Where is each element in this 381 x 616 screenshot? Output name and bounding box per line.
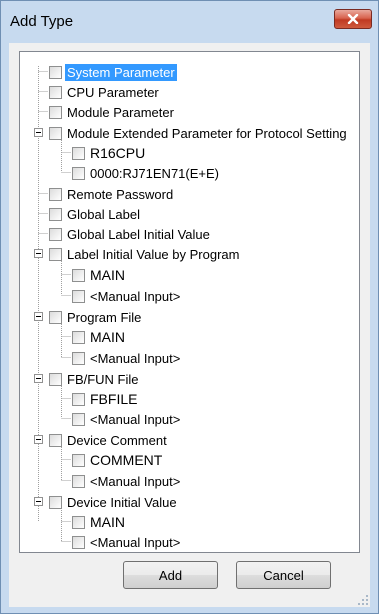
checkbox[interactable] xyxy=(49,65,62,79)
collapse-icon[interactable] xyxy=(34,249,43,258)
tree-item-manual-input[interactable]: <Manual Input> xyxy=(72,472,182,490)
tree-item-label: <Manual Input> xyxy=(90,288,181,304)
checkbox[interactable] xyxy=(49,85,62,99)
tree-item-program-file[interactable]: Program File xyxy=(49,308,143,326)
checkbox[interactable] xyxy=(49,433,62,447)
checkbox[interactable] xyxy=(72,268,85,282)
tree-item-label: Program File xyxy=(67,309,142,325)
checkbox[interactable] xyxy=(49,105,62,119)
tree-item-fbfile[interactable]: FBFILE xyxy=(72,390,139,408)
checkbox[interactable] xyxy=(49,495,62,509)
tree-item-fb-fun-file[interactable]: FB/FUN File xyxy=(49,370,141,388)
checkbox[interactable] xyxy=(49,372,62,386)
tree-item-label: MAIN xyxy=(90,513,125,530)
collapse-icon[interactable] xyxy=(34,374,43,383)
collapse-icon[interactable] xyxy=(34,435,43,444)
tree-item-label: Label Initial Value by Program xyxy=(67,246,240,262)
tree-item-label: MAIN xyxy=(90,328,125,345)
tree-item-manual-input[interactable]: <Manual Input> xyxy=(72,287,182,305)
tree-item-cpu-parameter[interactable]: CPU Parameter xyxy=(49,83,161,101)
collapse-icon[interactable] xyxy=(34,497,43,506)
checkbox[interactable] xyxy=(49,187,62,201)
dialog-client-area: System Parameter CPU Parameter Module Pa… xyxy=(9,43,370,607)
tree-item-manual-input[interactable]: <Manual Input> xyxy=(72,349,182,367)
add-type-dialog: Add Type System Parameter CPU Parameter … xyxy=(0,0,379,614)
tree-item-label: Global Label Initial Value xyxy=(67,226,210,242)
cancel-button[interactable]: Cancel xyxy=(236,561,331,589)
title-bar: Add Type xyxy=(1,1,378,43)
checkbox[interactable] xyxy=(72,166,85,180)
checkbox[interactable] xyxy=(72,289,85,303)
tree-item-label: Module Extended Parameter for Protocol S… xyxy=(67,125,347,141)
checkbox[interactable] xyxy=(49,126,62,140)
tree-item-label: <Manual Input> xyxy=(90,411,181,427)
tree-item-label: 0000:RJ71EN71(E+E) xyxy=(90,165,219,181)
close-icon xyxy=(347,14,359,24)
checkbox[interactable] xyxy=(49,227,62,241)
collapse-icon[interactable] xyxy=(34,128,43,137)
tree-item-main[interactable]: MAIN xyxy=(72,266,127,284)
tree-item-main[interactable]: MAIN xyxy=(72,328,127,346)
checkbox[interactable] xyxy=(49,310,62,324)
resize-grip-icon[interactable] xyxy=(358,595,368,605)
tree-item-device-initial-value[interactable]: Device Initial Value xyxy=(49,493,179,511)
tree-item-module-parameter[interactable]: Module Parameter xyxy=(49,103,176,121)
close-button[interactable] xyxy=(334,9,372,29)
tree-item-remote-password[interactable]: Remote Password xyxy=(49,185,175,203)
tree-item-label: FBFILE xyxy=(90,390,138,407)
collapse-icon[interactable] xyxy=(34,312,43,321)
checkbox[interactable] xyxy=(72,412,85,426)
tree-item-label: Module Parameter xyxy=(67,104,174,120)
tree-item-label: Device Comment xyxy=(67,432,167,448)
tree-item-label: MAIN xyxy=(90,266,125,283)
checkbox[interactable] xyxy=(49,207,62,221)
checkbox[interactable] xyxy=(72,515,85,529)
tree-item-label: Global Label xyxy=(67,206,140,222)
tree-item-r16cpu[interactable]: R16CPU xyxy=(72,144,147,162)
tree-item-label: <Manual Input> xyxy=(90,350,181,366)
tree-item-device-comment[interactable]: Device Comment xyxy=(49,431,169,449)
checkbox[interactable] xyxy=(72,453,85,467)
tree-item-system-parameter[interactable]: System Parameter xyxy=(49,63,177,81)
checkbox[interactable] xyxy=(72,392,85,406)
tree-item-module-extended-parameter[interactable]: Module Extended Parameter for Protocol S… xyxy=(49,124,349,142)
checkbox[interactable] xyxy=(72,330,85,344)
checkbox[interactable] xyxy=(72,146,85,160)
checkbox[interactable] xyxy=(49,247,62,261)
tree-item-label-initial-value-by-program[interactable]: Label Initial Value by Program xyxy=(49,245,241,263)
tree-item-main[interactable]: MAIN xyxy=(72,513,127,531)
add-button[interactable]: Add xyxy=(123,561,218,589)
tree-item-global-label-initial-value[interactable]: Global Label Initial Value xyxy=(49,225,212,243)
tree-item-label: Remote Password xyxy=(67,186,174,202)
tree-item-label: CPU Parameter xyxy=(67,84,159,100)
checkbox[interactable] xyxy=(72,535,85,549)
checkbox[interactable] xyxy=(72,351,85,365)
tree-item-label: <Manual Input> xyxy=(90,534,181,550)
tree-item-label: <Manual Input> xyxy=(90,473,181,489)
dialog-title: Add Type xyxy=(10,13,74,30)
checkbox[interactable] xyxy=(72,474,85,488)
tree-item-label: COMMENT xyxy=(90,451,163,468)
tree-item-manual-input[interactable]: <Manual Input> xyxy=(72,533,182,551)
tree-item-global-label[interactable]: Global Label xyxy=(49,205,142,223)
tree-item-manual-input[interactable]: <Manual Input> xyxy=(72,410,182,428)
tree-item-rj71en71[interactable]: 0000:RJ71EN71(E+E) xyxy=(72,164,221,182)
tree-item-comment[interactable]: COMMENT xyxy=(72,451,164,469)
type-tree[interactable]: System Parameter CPU Parameter Module Pa… xyxy=(19,51,360,553)
tree-item-label: FB/FUN File xyxy=(67,371,139,387)
tree-item-label: System Parameter xyxy=(65,63,177,81)
tree-item-label: Device Initial Value xyxy=(67,494,177,510)
tree-item-label: R16CPU xyxy=(90,144,146,161)
